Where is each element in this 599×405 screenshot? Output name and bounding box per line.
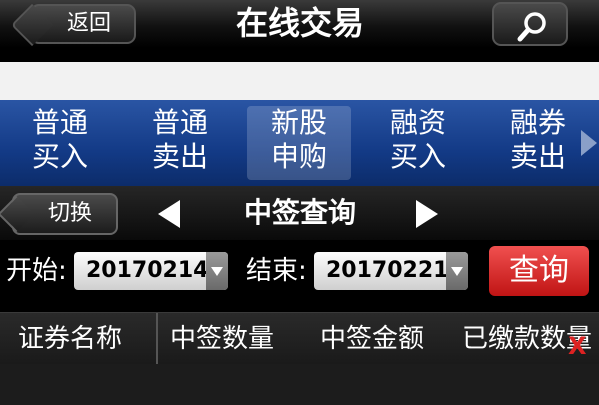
date-filter-row: 开始: 20170214 结束: 20170221 查询 — [0, 240, 599, 302]
account-info-band — [0, 62, 599, 100]
menu-item-normal-sell[interactable]: 普通 卖出 — [128, 106, 232, 180]
nav-bar: 返回 在线交易 — [0, 0, 599, 48]
query-switch-bar: 切换 中签查询 — [0, 186, 599, 240]
back-button[interactable]: 返回 — [30, 4, 136, 44]
search-icon — [517, 12, 546, 42]
start-date-value: 20170214 — [86, 258, 209, 283]
menu-item-ipo-subscribe[interactable]: 新股 申购 — [247, 106, 351, 180]
menu-item-line2: 卖出 — [509, 140, 566, 173]
end-date-label: 结束: — [246, 256, 307, 286]
start-date-label: 开始: — [6, 256, 67, 286]
chevron-down-icon — [446, 252, 468, 290]
switch-button[interactable]: 切换 — [12, 193, 118, 235]
column-header-security-name[interactable]: 证券名称 — [0, 313, 158, 365]
chevron-right-icon[interactable] — [581, 130, 597, 156]
menu-item-line2: 买入 — [31, 140, 88, 173]
switch-button-label: 切换 — [47, 201, 92, 226]
table-header: 证券名称 中签数量 中签金额 已缴款数量 — [0, 312, 599, 365]
menu-item-line1: 新股 — [270, 106, 327, 139]
column-header-allotted-amount[interactable]: 中签金额 — [320, 313, 424, 365]
menu-item-line2: 申购 — [270, 140, 327, 173]
menu-item-line2: 卖出 — [151, 140, 208, 173]
query-type-title: 中签查询 — [243, 196, 356, 229]
menu-item-line1: 融券 — [509, 106, 566, 139]
chevron-down-icon — [206, 252, 228, 290]
query-button[interactable]: 查询 — [489, 246, 589, 296]
search-button[interactable] — [492, 2, 568, 46]
previous-arrow-icon[interactable] — [158, 200, 180, 228]
menu-item-margin-buy[interactable]: 融资 买入 — [366, 106, 470, 180]
end-date-select[interactable]: 20170221 — [314, 252, 468, 290]
menu-item-short-sell[interactable]: 融券 卖出 — [486, 106, 590, 180]
menu-item-line1: 普通 — [31, 106, 88, 139]
start-date-select[interactable]: 20170214 — [74, 252, 228, 290]
menu-item-line1: 融资 — [389, 106, 446, 139]
back-button-label: 返回 — [66, 11, 111, 36]
page-title: 在线交易 — [235, 4, 364, 42]
table-body — [0, 364, 599, 405]
column-header-allotted-quantity[interactable]: 中签数量 — [170, 313, 274, 365]
end-date-value: 20170221 — [326, 258, 449, 283]
menu-item-line2: 买入 — [389, 140, 446, 173]
function-menu: 普通 买入 普通 卖出 新股 申购 融资 买入 融券 卖出 — [0, 100, 599, 186]
close-icon[interactable]: X — [568, 332, 587, 360]
menu-item-normal-buy[interactable]: 普通 买入 — [8, 106, 112, 180]
menu-item-line1: 普通 — [151, 106, 208, 139]
next-arrow-icon[interactable] — [416, 200, 438, 228]
